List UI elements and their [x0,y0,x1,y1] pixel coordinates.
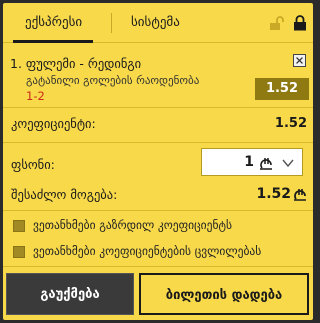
stake-input[interactable]: 1 [201,148,303,176]
bet-slip-panel: ექსპრესი სისტემა 1. ფულემი - რედინგი გატ… [3,3,313,320]
lock-icon[interactable] [293,15,307,31]
bet-index: 1. [10,56,22,71]
cancel-button[interactable]: გაუქმება [6,273,134,315]
close-icon[interactable] [293,54,306,67]
bet-odds: 1.52 [255,78,309,100]
bet-title: 1. ფულემი - რედინგი [10,56,141,71]
tab-express[interactable]: ექსპრესი [25,3,82,43]
lari-icon [260,158,272,170]
lock-open-icon[interactable] [269,15,285,31]
lari-icon [294,189,306,201]
stake-label: ფსონი: [11,157,55,172]
coefficient-value: 1.52 [274,116,307,131]
possible-win-label: შესაძლო მოგება: [11,187,118,202]
place-bet-button[interactable]: ბილეთის დადება [139,273,309,315]
active-tab-indicator [13,40,93,43]
accept-odds-change-label[interactable]: ვეთანხმები კოეფიციენტების ცვლილებას [33,244,261,258]
bet-pick: 1-2 [26,89,45,103]
bet-match: ფულემი - რედინგი [25,56,142,71]
bet-type-tabs: ექსპრესი სისტემა [3,3,313,43]
accept-increased-odds-checkbox[interactable] [13,220,25,232]
accept-odds-change-checkbox[interactable] [13,246,25,258]
bet-slip: ექსპრესი სისტემა 1. ფულემი - რედინგი გატ… [0,0,316,323]
stake-value: 1 [244,154,254,170]
accept-increased-odds-label[interactable]: ვეთანხმები გაზრდილ კოეფიციენტს [33,218,232,232]
divider [3,210,313,211]
bet-item: 1. ფულემი - რედინგი გატანილი გოლების რაო… [3,44,313,108]
coefficient-label: კოეფიციენტი: [11,116,96,131]
tab-divider [111,13,112,33]
possible-win-value: 1.52 [256,186,291,202]
divider [3,142,313,143]
divider [3,266,313,267]
chevron-down-icon[interactable] [282,158,294,168]
tab-system[interactable]: სისტემა [131,3,180,43]
bet-market: გატანილი გოლების რაოდენობა [26,74,200,87]
